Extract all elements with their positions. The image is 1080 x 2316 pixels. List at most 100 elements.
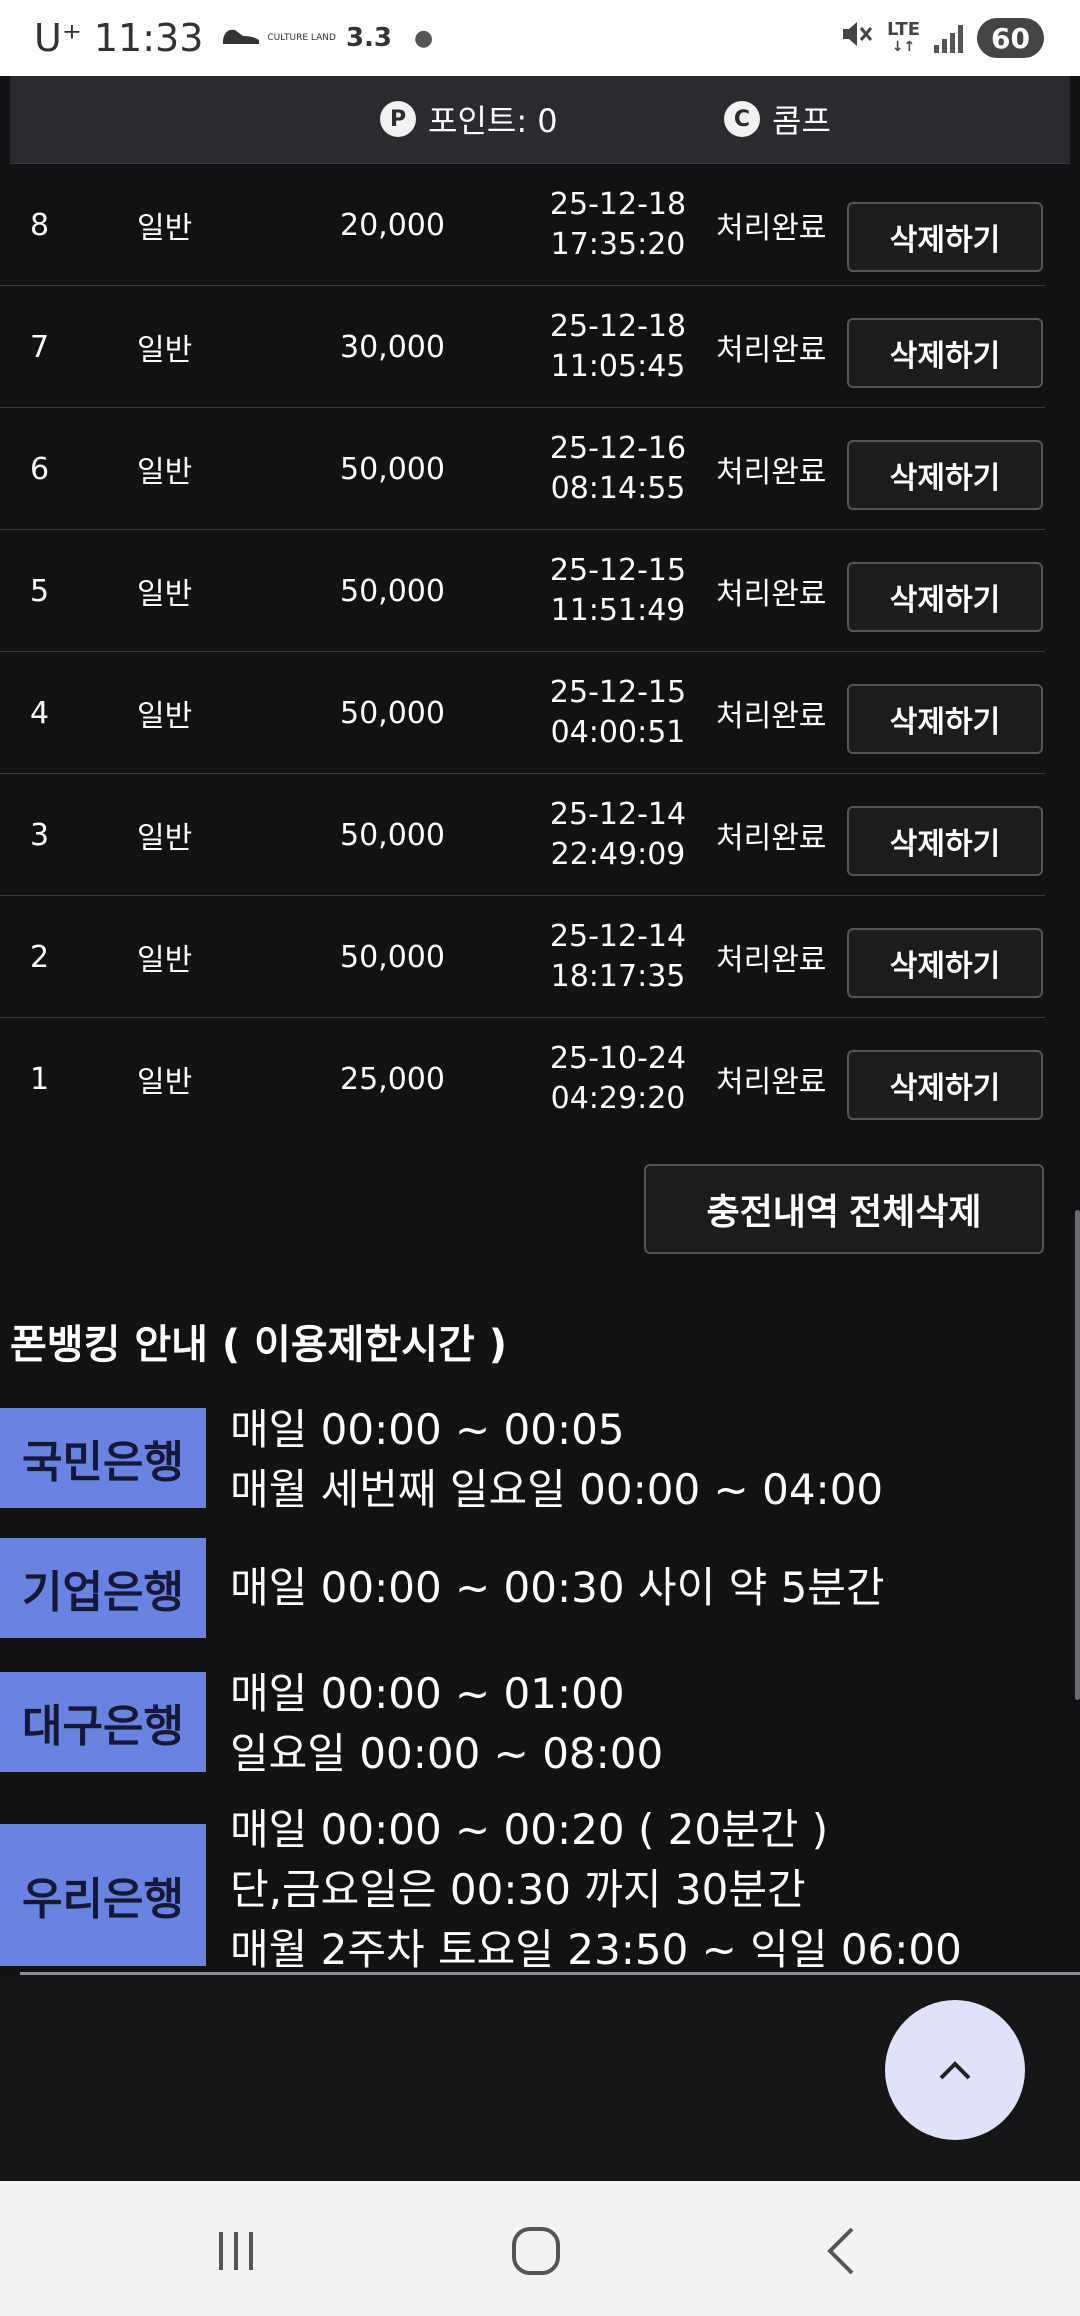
bank-hours-line: 매일 00:00 ~ 01:00 [230,1669,625,1718]
row-amount: 25,000 [340,1061,445,1097]
delete-button[interactable]: 삭제하기 [847,562,1043,632]
row-type: 일반 [137,333,193,368]
bank-hours-line: 일요일 00:00 ~ 08:00 [230,1729,664,1778]
delete-button[interactable]: 삭제하기 [847,318,1043,388]
points-display[interactable]: P 포인트: 0 [380,96,558,142]
culture-land-logo: CULTURE LAND [267,33,336,43]
row-date: 25-12-18 [549,309,687,344]
table-row: 7 일반 30,000 25-12-18 11:05:45 처리완료 삭제하기 [0,286,1045,408]
row-date: 25-10-24 [549,1041,687,1076]
bank-hours: 매일 00:00 ~ 00:20 ( 20분간 ) 단,금요일은 00:30 까… [230,1800,962,1975]
table-row: 3 일반 50,000 25-12-14 22:49:09 처리완료 삭제하기 [0,774,1045,896]
row-status: 처리완료 [716,455,827,490]
comp-label: 콤프 [772,102,831,140]
row-datetime: 25-12-18 17:35:20 [548,164,688,286]
row-status: 처리완료 [716,821,827,856]
row-date: 25-12-15 [549,553,687,588]
phone-banking-info-title: 폰뱅킹 안내 ( 이용제한시간 ) [10,1322,508,1368]
back-icon[interactable] [800,2211,880,2291]
bank-hours: 매일 00:00 ~ 00:30 사이 약 5분간 [230,1558,885,1618]
row-type: 일반 [137,211,193,246]
delete-button[interactable]: 삭제하기 [847,684,1043,754]
points-header: P 포인트: 0 C 콤프 [10,76,1070,164]
table-row: 5 일반 50,000 25-12-15 11:51:49 처리완료 삭제하기 [0,530,1045,652]
row-type: 일반 [137,1065,193,1100]
delete-button[interactable]: 삭제하기 [847,202,1043,272]
bank-hours-line: 매월 세번째 일요일 00:00 ~ 04:00 [230,1465,884,1514]
row-status: 처리완료 [716,1065,827,1100]
signal-icon [934,23,964,53]
row-datetime: 25-12-14 18:17:35 [548,896,688,1018]
row-number: 3 [30,817,50,853]
row-number: 4 [30,695,50,731]
row-datetime: 25-12-15 11:51:49 [548,530,688,652]
lte-indicator: LTE ↓↑ [886,18,921,55]
row-number: 2 [30,939,50,975]
bank-name: 국민은행 [0,1408,206,1508]
row-amount: 50,000 [340,573,445,609]
row-number: 8 [30,207,50,243]
row-datetime: 25-12-16 08:14:55 [548,408,688,530]
delete-button[interactable]: 삭제하기 [847,928,1043,998]
row-time: 18:17:35 [550,959,686,994]
row-date: 25-12-14 [549,797,687,832]
row-date: 25-12-18 [549,187,687,222]
row-time: 11:51:49 [550,593,686,628]
row-time: 17:35:20 [550,227,686,262]
bank-info-woori: 우리은행 매일 00:00 ~ 00:20 ( 20분간 ) 단,금요일은 00… [0,1800,1080,1975]
row-datetime: 25-12-14 22:49:09 [548,774,688,896]
row-type: 일반 [137,943,193,978]
row-amount: 50,000 [340,817,445,853]
row-number: 7 [30,329,50,365]
row-status: 처리완료 [716,211,827,246]
carrier-label: U⁺ [34,16,82,60]
row-date: 25-12-16 [549,431,687,466]
row-amount: 50,000 [340,451,445,487]
row-datetime: 25-12-18 11:05:45 [548,286,688,408]
row-amount: 20,000 [340,207,445,243]
home-icon[interactable] [496,2211,576,2291]
bank-hours: 매일 00:00 ~ 01:00 일요일 00:00 ~ 08:00 [230,1664,663,1784]
charge-history-table: 8 일반 20,000 25-12-18 17:35:20 처리완료 삭제하기 7… [0,164,1045,1140]
comp-icon: C [724,101,760,137]
table-row: 4 일반 50,000 25-12-15 04:00:51 처리완료 삭제하기 [0,652,1045,774]
row-type: 일반 [137,455,193,490]
delete-button[interactable]: 삭제하기 [847,1050,1043,1120]
points-label: 포인트: 0 [428,102,558,140]
comp-display[interactable]: C 콤프 [724,96,831,142]
row-time: 22:49:09 [550,837,686,872]
row-number: 6 [30,451,50,487]
table-row: 1 일반 25,000 25-10-24 04:29:20 처리완료 삭제하기 [0,1018,1045,1140]
horizontal-scroll-indicator[interactable] [20,1972,1080,1975]
row-amount: 50,000 [340,695,445,731]
row-status: 처리완료 [716,577,827,612]
row-time: 04:00:51 [550,715,686,750]
status-bar: U⁺ 11:33 CULTURE LAND 3.3 ● LTE ↓↑ 60 [0,0,1080,76]
row-datetime: 25-12-15 04:00:51 [548,652,688,774]
chevron-up-icon [935,2056,975,2085]
row-date: 25-12-15 [549,675,687,710]
scroll-to-top-button[interactable] [885,2000,1025,2140]
bank-info-daegu: 대구은행 매일 00:00 ~ 01:00 일요일 00:00 ~ 08:00 [0,1669,1080,1782]
table-row: 8 일반 20,000 25-12-18 17:35:20 처리완료 삭제하기 [0,164,1045,286]
row-type: 일반 [137,699,193,734]
row-date: 25-12-14 [549,919,687,954]
table-row: 6 일반 50,000 25-12-16 08:14:55 처리완료 삭제하기 [0,408,1045,530]
bank-name: 대구은행 [0,1672,206,1772]
page-scrollbar[interactable] [1075,1210,1080,1700]
row-amount: 50,000 [340,939,445,975]
clock: 11:33 [93,16,204,60]
delete-all-history-button[interactable]: 충전내역 전체삭제 [644,1164,1044,1254]
row-type: 일반 [137,577,193,612]
delete-button[interactable]: 삭제하기 [847,806,1043,876]
mute-icon [839,18,873,58]
row-number: 1 [30,1061,50,1097]
recent-apps-icon[interactable] [196,2211,276,2291]
delete-button[interactable]: 삭제하기 [847,440,1043,510]
bank-hours-line: 매월 2주차 토요일 23:50 ~ 익일 06:00 [230,1925,962,1974]
row-number: 5 [30,573,50,609]
bank-hours-line: 매일 00:00 ~ 00:05 [230,1405,625,1454]
bank-name: 우리은행 [0,1824,206,1966]
row-time: 11:05:45 [550,349,686,384]
table-row: 2 일반 50,000 25-12-14 18:17:35 처리완료 삭제하기 [0,896,1045,1018]
